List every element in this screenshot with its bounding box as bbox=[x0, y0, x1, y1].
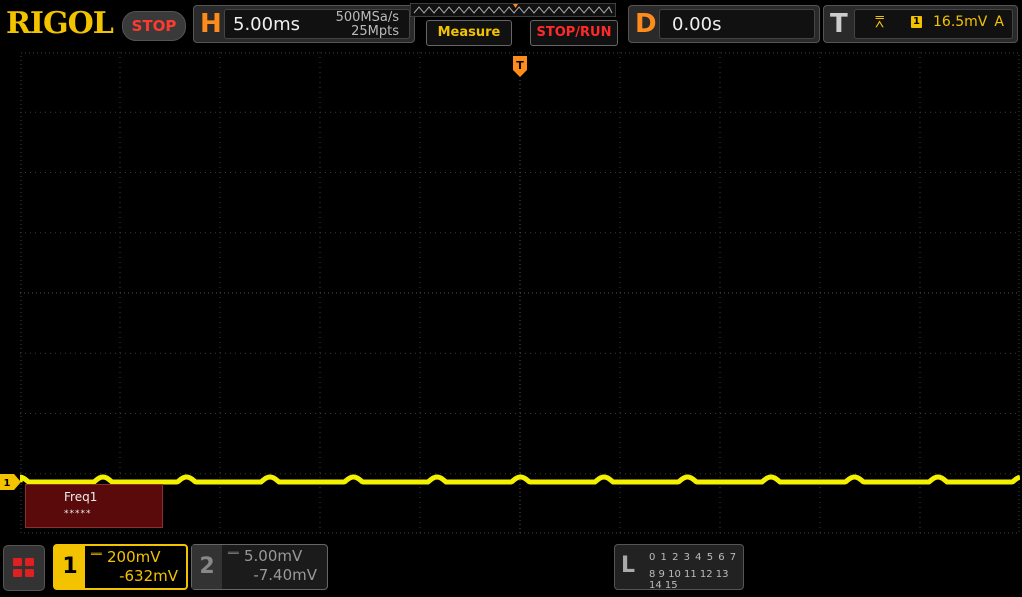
horizontal-panel[interactable]: H 5.00ms 500MSa/s 25Mpts bbox=[193, 5, 415, 43]
run-state-badge[interactable]: STOP bbox=[122, 11, 186, 41]
trigger-panel[interactable]: T ⩞ 1 16.5mV A bbox=[823, 5, 1018, 43]
trigger-position-marker[interactable]: T bbox=[513, 56, 527, 78]
trigger-mode: A bbox=[994, 14, 1004, 30]
logic-channels-low: 0 1 2 3 4 5 6 7 bbox=[649, 552, 738, 563]
main-menu-button[interactable] bbox=[3, 545, 45, 591]
top-bar: RIGOL STOP H 5.00ms 500MSa/s 25Mpts Meas… bbox=[0, 0, 1022, 50]
menu-grid-icon bbox=[13, 558, 35, 578]
rising-edge-icon: ⩞ bbox=[875, 13, 885, 31]
trigger-marker-label: T bbox=[516, 59, 524, 72]
delay-readout: 0.00s bbox=[659, 9, 815, 39]
stop-run-button[interactable]: STOP/RUN bbox=[530, 20, 618, 46]
horizontal-letter: H bbox=[200, 9, 222, 39]
logic-analyzer-settings[interactable]: L 0 1 2 3 4 5 6 7 8 9 10 11 12 13 14 15 bbox=[614, 544, 744, 591]
rigol-logo: RIGOL bbox=[6, 6, 114, 41]
horizontal-readout: 5.00ms 500MSa/s 25Mpts bbox=[224, 9, 410, 39]
measurement-value: ***** bbox=[64, 509, 92, 519]
channel1-ground-marker[interactable]: 1 bbox=[0, 474, 22, 490]
dc-coupling-icon: ══ bbox=[228, 549, 239, 559]
trigger-source-badge: 1 bbox=[911, 16, 922, 28]
channel2-number: 2 bbox=[192, 545, 222, 589]
channel2-settings[interactable]: 2 ══ 5.00mV -7.40mV bbox=[191, 544, 328, 590]
trigger-readout: ⩞ 1 16.5mV A bbox=[854, 9, 1013, 39]
trigger-letter: T bbox=[830, 9, 848, 39]
delay-letter: D bbox=[635, 9, 657, 39]
dc-coupling-icon: ══ bbox=[91, 550, 102, 560]
channel1-offset: -632mV bbox=[119, 567, 178, 585]
measurement-box[interactable]: Freq1 ***** bbox=[25, 484, 163, 528]
channel2-scale: 5.00mV bbox=[244, 547, 303, 565]
logic-letter: L bbox=[621, 553, 636, 578]
trigger-level: 16.5mV bbox=[933, 14, 988, 30]
channel2-offset: -7.40mV bbox=[253, 566, 317, 584]
waveform-display[interactable] bbox=[20, 52, 1020, 534]
channel1-marker-label: 1 bbox=[4, 478, 11, 489]
channel1-scale: 200mV bbox=[107, 548, 161, 566]
logic-channels-high: 8 9 10 11 12 13 14 15 bbox=[649, 569, 729, 591]
memory-depth: 25Mpts bbox=[351, 24, 399, 39]
measure-button[interactable]: Measure bbox=[426, 20, 512, 46]
delay-value: 0.00s bbox=[672, 14, 722, 35]
sample-rate: 500MSa/s bbox=[335, 10, 399, 25]
delay-panel[interactable]: D 0.00s bbox=[628, 5, 820, 43]
memory-position-bar bbox=[410, 3, 616, 17]
measurement-name: Freq1 bbox=[64, 490, 98, 504]
channel1-settings[interactable]: 1 ══ 200mV -632mV bbox=[53, 544, 188, 590]
channel1-number: 1 bbox=[55, 546, 85, 588]
timebase-value: 5.00ms bbox=[233, 14, 300, 35]
acquisition-info: 500MSa/s 25Mpts bbox=[336, 11, 399, 39]
